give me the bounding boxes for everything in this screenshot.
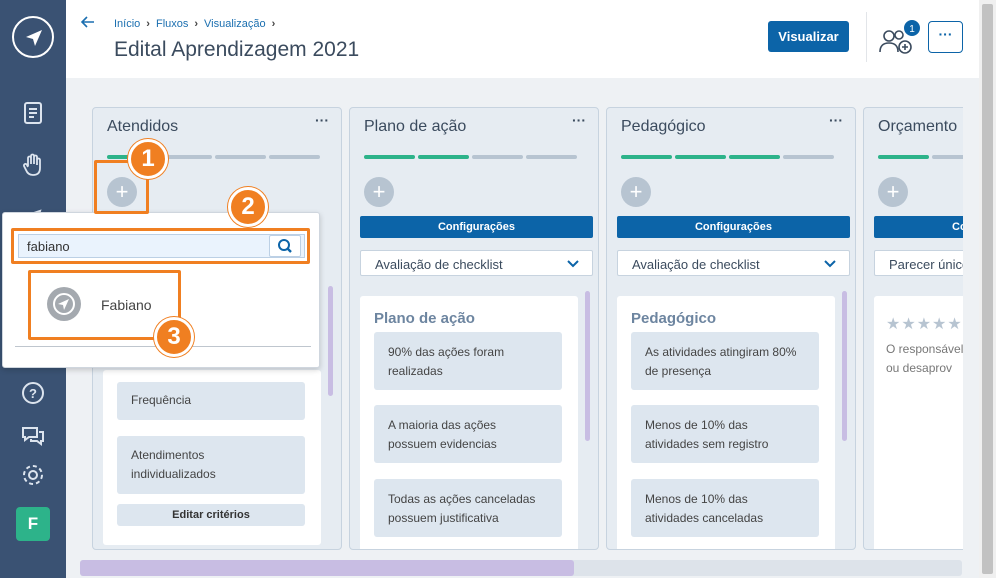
breadcrumb-visualizacao[interactable]: Visualização bbox=[204, 18, 266, 30]
more-options-button[interactable]: ··· bbox=[928, 21, 963, 53]
select-value: Parecer único bbox=[889, 257, 963, 272]
configuracoes-button[interactable]: Configurações bbox=[360, 216, 593, 238]
progress-bar bbox=[364, 155, 577, 159]
progress-bar bbox=[621, 155, 834, 159]
column-scrollbar[interactable] bbox=[585, 291, 590, 441]
search-input[interactable] bbox=[18, 234, 305, 258]
column-title: Atendidos bbox=[107, 118, 179, 135]
criteria-panel: Plano de ação 90% das ações foram realiz… bbox=[360, 296, 578, 549]
criteria-card[interactable]: Todas as ações canceladas possuem justif… bbox=[374, 479, 562, 537]
vertical-scrollbar-thumb[interactable] bbox=[982, 4, 993, 574]
select-value: Avaliação de checklist bbox=[375, 257, 503, 272]
column-scrollbar[interactable] bbox=[842, 291, 847, 441]
criteria-card[interactable]: A maioria das ações possuem evidencias bbox=[374, 405, 562, 463]
step-marker-2: 2 bbox=[228, 187, 268, 227]
criteria-card[interactable]: Frequência bbox=[117, 382, 305, 420]
header-divider bbox=[866, 12, 867, 62]
breadcrumb: Início › Fluxos › Visualização › bbox=[114, 18, 276, 30]
visualizar-button[interactable]: Visualizar bbox=[768, 21, 849, 52]
criteria-card[interactable]: Atendimentos individualizados bbox=[117, 436, 305, 494]
chevron-down-icon bbox=[824, 260, 836, 268]
column-orcamento: Orçamento + Configurações Parecer único … bbox=[863, 107, 963, 550]
panel-note: O responsável ou desaprov bbox=[886, 342, 963, 375]
evaluation-select[interactable]: Avaliação de checklist bbox=[617, 250, 850, 276]
add-user-button[interactable]: + bbox=[364, 177, 394, 207]
column-title: Pedagógico bbox=[621, 118, 706, 135]
panel-title: Pedagógico bbox=[631, 310, 717, 327]
logo-icon[interactable] bbox=[12, 16, 54, 58]
column-pedagogico: Pedagógico ··· + Configurações Avaliação… bbox=[606, 107, 856, 550]
page-header: Início › Fluxos › Visualização › Edital Apr… bbox=[66, 0, 979, 78]
panel-title: Plano de ação bbox=[374, 310, 475, 327]
hand-heart-icon[interactable] bbox=[20, 152, 46, 178]
gear-icon[interactable] bbox=[20, 462, 46, 488]
configuracoes-button[interactable]: Configurações bbox=[874, 216, 963, 238]
step-marker-1: 1 bbox=[128, 139, 168, 179]
rating-stars[interactable]: ★★★★★ bbox=[886, 314, 963, 334]
chat-icon[interactable] bbox=[20, 422, 46, 448]
criteria-panel: ★★★★★ O responsável ou desaprov bbox=[874, 296, 963, 549]
result-avatar bbox=[47, 287, 81, 321]
help-icon[interactable]: ? bbox=[20, 380, 46, 406]
add-user-button[interactable]: + bbox=[878, 177, 908, 207]
criteria-card[interactable]: 90% das ações foram realizadas bbox=[374, 332, 562, 390]
search-highlight bbox=[11, 228, 310, 264]
column-scrollbar[interactable] bbox=[328, 286, 333, 396]
search-button[interactable] bbox=[269, 235, 301, 257]
criteria-card[interactable]: As atividades atingiram 80% de presença bbox=[631, 332, 819, 390]
criteria-card[interactable]: Menos de 10% das atividades canceladas bbox=[631, 479, 819, 537]
result-name: Fabiano bbox=[101, 297, 152, 313]
add-user-button[interactable]: + bbox=[621, 177, 651, 207]
breadcrumb-inicio[interactable]: Início bbox=[114, 18, 140, 30]
column-more-button[interactable]: ··· bbox=[572, 112, 586, 128]
evaluation-select[interactable]: Avaliação de checklist bbox=[360, 250, 593, 276]
document-icon[interactable] bbox=[20, 100, 46, 126]
edit-criteria-button[interactable]: Editar critérios bbox=[117, 504, 305, 526]
criteria-card[interactable]: Menos de 10% das atividades sem registro bbox=[631, 405, 819, 463]
user-avatar[interactable]: F bbox=[16, 507, 50, 541]
back-arrow-icon[interactable] bbox=[80, 14, 96, 30]
page-title: Edital Aprendizagem 2021 bbox=[114, 38, 360, 61]
breadcrumb-fluxos[interactable]: Fluxos bbox=[156, 18, 188, 30]
svg-text:?: ? bbox=[29, 386, 37, 401]
configuracoes-button[interactable]: Configurações bbox=[617, 216, 850, 238]
column-more-button[interactable]: ··· bbox=[829, 112, 843, 128]
notification-badge: 1 bbox=[902, 18, 922, 38]
step-marker-3: 3 bbox=[154, 317, 194, 357]
column-more-button[interactable]: ··· bbox=[315, 112, 329, 128]
criteria-panel: Frequência Atendimentos individualizados… bbox=[103, 370, 321, 545]
criteria-panel: Pedagógico As atividades atingiram 80% d… bbox=[617, 296, 835, 549]
column-title: Plano de ação bbox=[364, 118, 467, 135]
chevron-down-icon bbox=[567, 260, 579, 268]
progress-bar bbox=[878, 155, 963, 159]
evaluation-select[interactable]: Parecer único bbox=[874, 250, 963, 276]
column-title: Orçamento bbox=[878, 118, 958, 135]
column-plano-de-acao: Plano de ação ··· + Configurações Avalia… bbox=[349, 107, 599, 550]
select-value: Avaliação de checklist bbox=[632, 257, 760, 272]
search-icon bbox=[278, 239, 292, 253]
horizontal-scrollbar-thumb[interactable] bbox=[80, 560, 574, 576]
